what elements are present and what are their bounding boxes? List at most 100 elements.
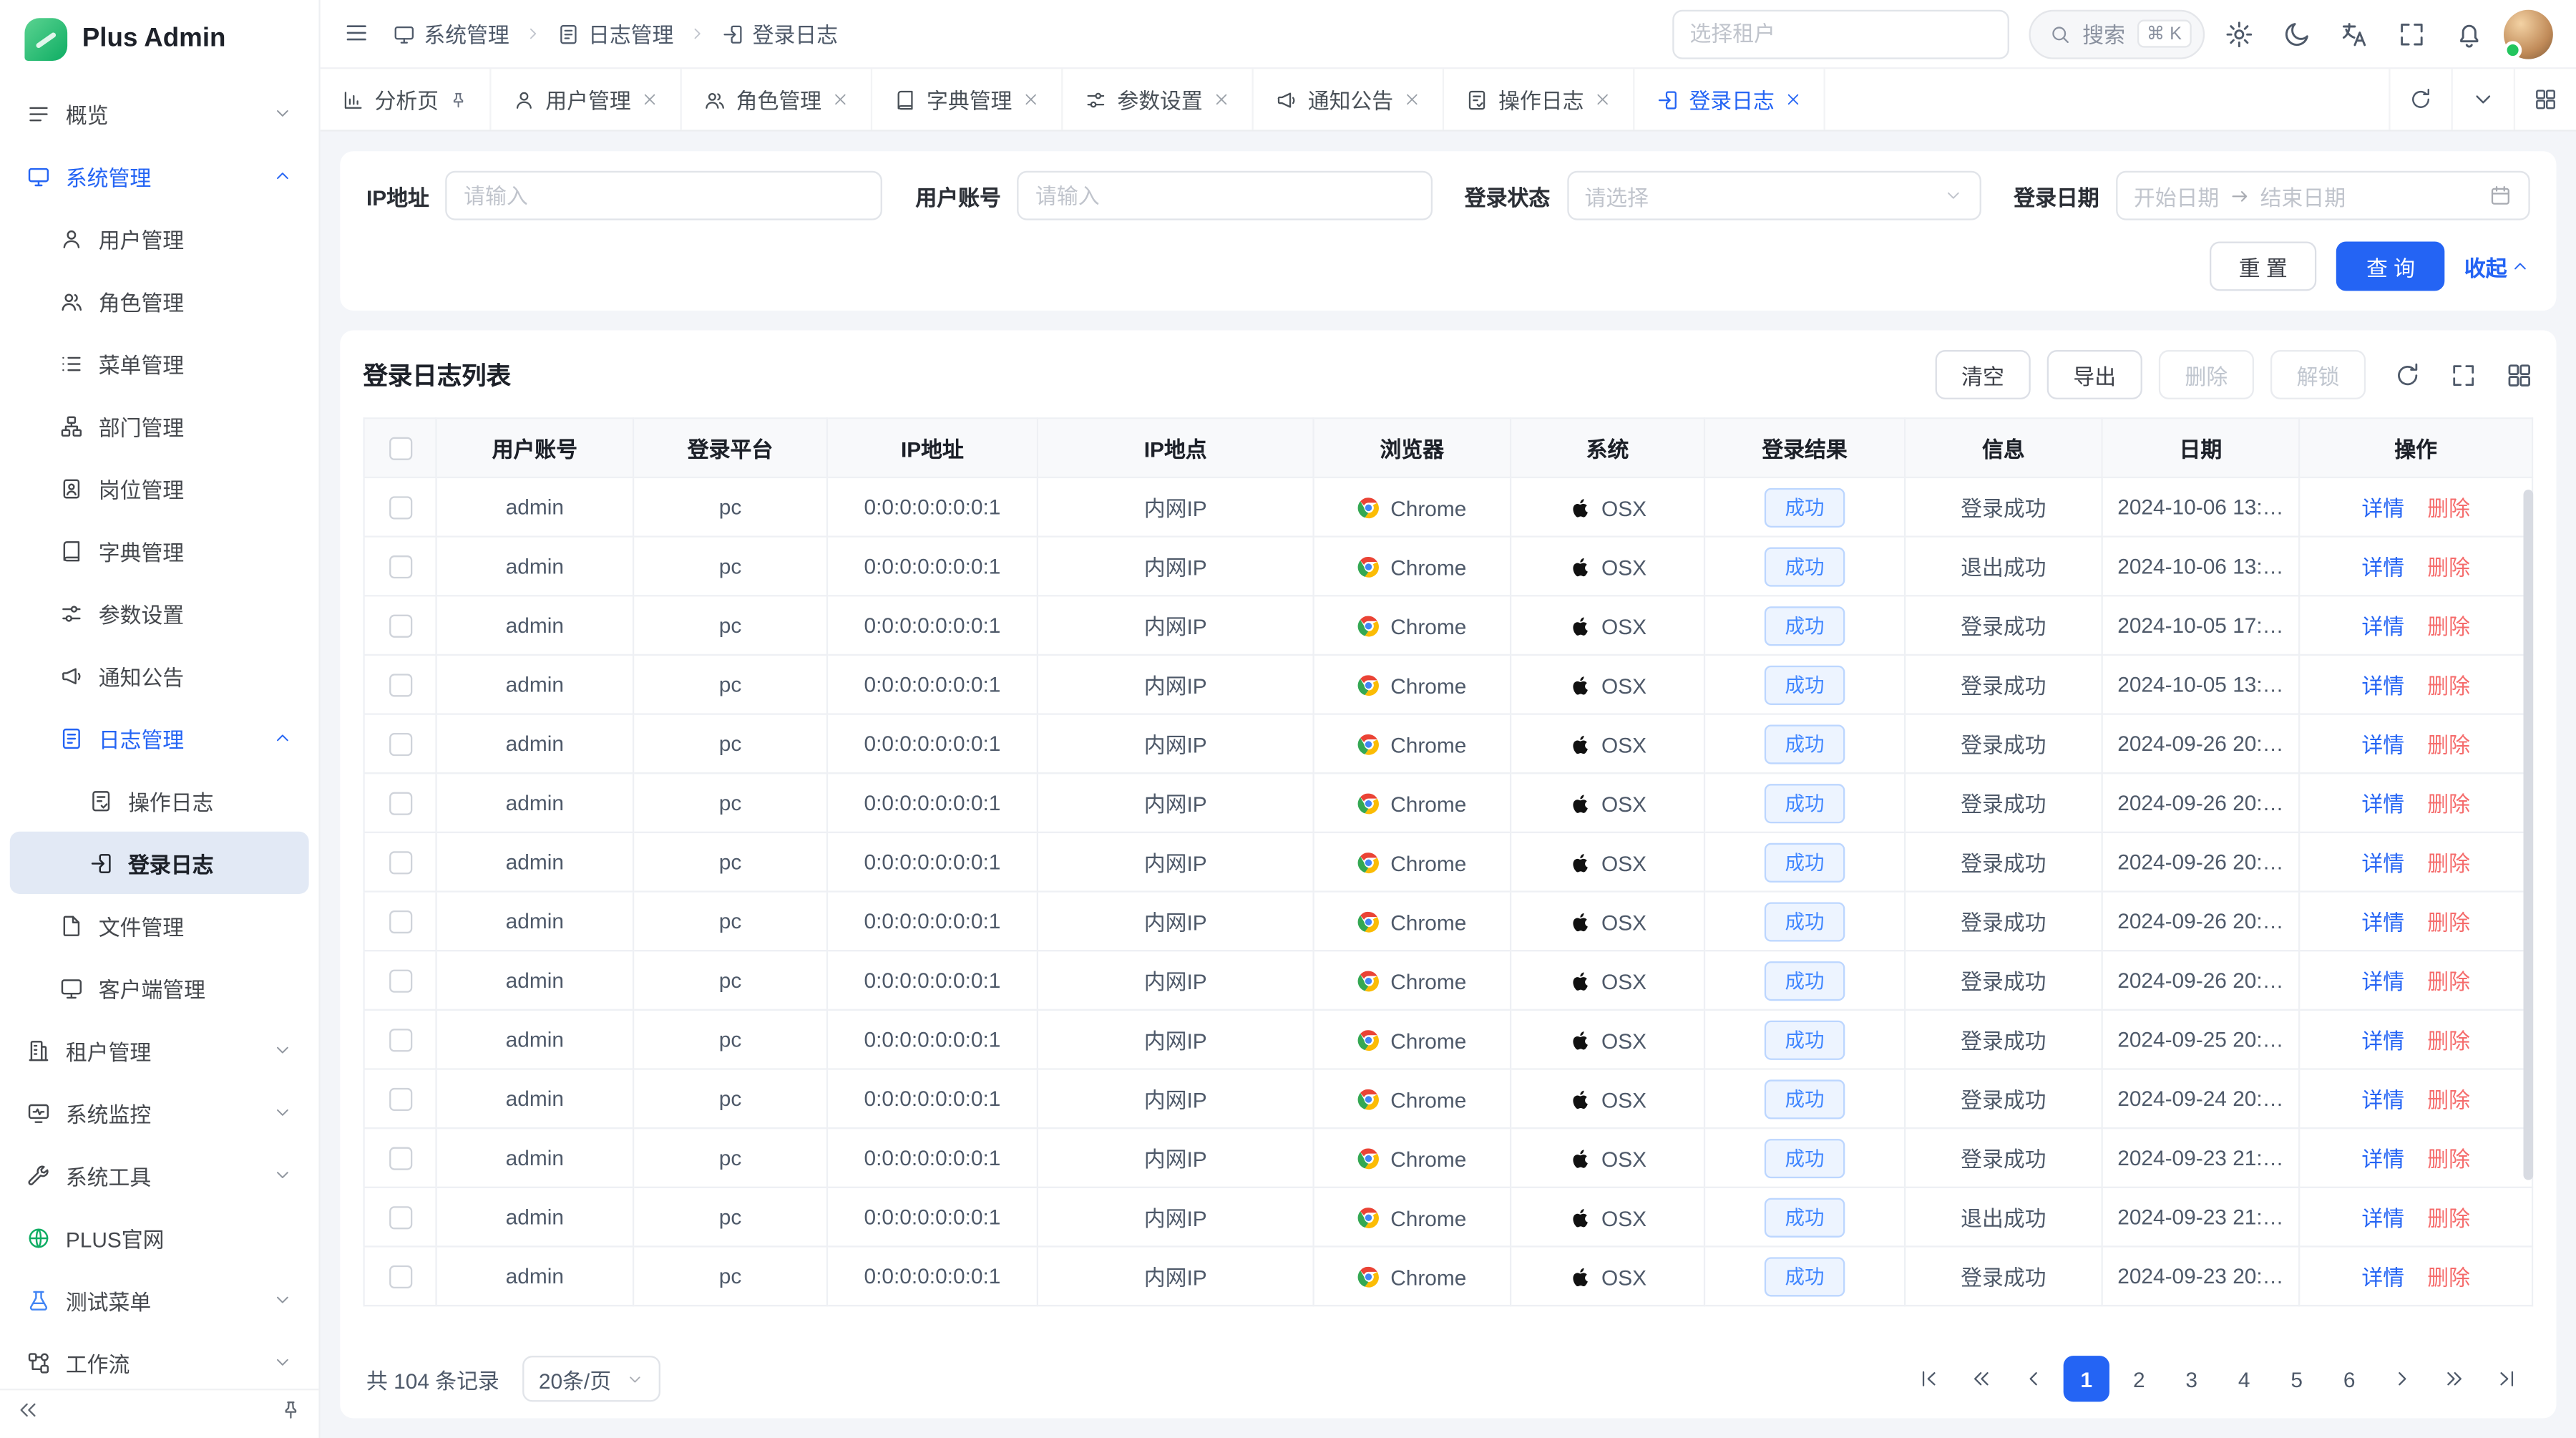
detail-link[interactable]: 详情 [2361, 1265, 2404, 1290]
detail-link[interactable]: 详情 [2361, 910, 2404, 935]
table-refresh-button[interactable] [2394, 361, 2421, 389]
text-input[interactable] [446, 171, 883, 220]
global-search[interactable]: 搜索 ⌘ K [2028, 9, 2205, 59]
sidebar-collapse-icon[interactable] [16, 1399, 39, 1430]
select-input[interactable]: 请选择 [1566, 171, 1981, 220]
delete-link[interactable]: 删除 [2427, 1088, 2470, 1112]
tab-close-icon[interactable] [1785, 90, 1802, 108]
tenant-select[interactable] [1672, 9, 2009, 59]
delete-link[interactable]: 删除 [2427, 851, 2470, 875]
table-fullscreen-button[interactable] [2449, 361, 2477, 389]
sidebar-item-岗位管理[interactable]: 岗位管理 [10, 457, 309, 519]
sidebar-item-工作流[interactable]: 工作流 [10, 1331, 309, 1389]
delete-link[interactable]: 删除 [2427, 970, 2470, 994]
sidebar-item-系统管理[interactable]: 系统管理 [10, 145, 309, 207]
detail-link[interactable]: 详情 [2361, 1147, 2404, 1172]
清空-button[interactable]: 清空 [1935, 350, 2030, 399]
row-checkbox[interactable] [389, 1089, 411, 1112]
tab-close-icon[interactable] [1403, 90, 1421, 108]
notifications-button[interactable] [2454, 19, 2484, 48]
tabs-refresh-button[interactable] [2389, 69, 2451, 130]
sidebar-item-角色管理[interactable]: 角色管理 [10, 270, 309, 332]
text-input[interactable] [1018, 171, 1432, 220]
tab-字典管理[interactable]: 字典管理 [872, 69, 1063, 130]
dark-mode-button[interactable] [2282, 19, 2311, 48]
sidebar-item-参数设置[interactable]: 参数设置 [10, 582, 309, 644]
sidebar-item-文件管理[interactable]: 文件管理 [10, 894, 309, 956]
row-checkbox[interactable] [389, 1147, 411, 1170]
row-checkbox[interactable] [389, 792, 411, 815]
reset-button[interactable]: 重 置 [2209, 241, 2317, 291]
daterange-input[interactable]: 开始日期结束日期 [2116, 171, 2530, 220]
detail-link[interactable]: 详情 [2361, 1206, 2404, 1230]
row-checkbox[interactable] [389, 556, 411, 579]
collapse-link[interactable]: 收起 [2464, 251, 2530, 282]
detail-link[interactable]: 详情 [2361, 733, 2404, 757]
pager-page-5[interactable]: 5 [2274, 1356, 2320, 1401]
sidebar-item-PLUS官网[interactable]: PLUS官网 [10, 1206, 309, 1268]
delete-link[interactable]: 删除 [2427, 555, 2470, 580]
pager-prev-jump[interactable] [1958, 1356, 2004, 1401]
row-checkbox[interactable] [389, 734, 411, 757]
select-all-checkbox[interactable] [389, 437, 411, 460]
delete-link[interactable]: 删除 [2427, 1206, 2470, 1230]
detail-link[interactable]: 详情 [2361, 970, 2404, 994]
delete-link[interactable]: 删除 [2427, 496, 2470, 520]
delete-link[interactable]: 删除 [2427, 1265, 2470, 1290]
tab-参数设置[interactable]: 参数设置 [1063, 69, 1254, 130]
sidebar-item-通知公告[interactable]: 通知公告 [10, 644, 309, 706]
tab-close-icon[interactable] [640, 90, 658, 108]
sidebar-item-客户端管理[interactable]: 客户端管理 [10, 956, 309, 1019]
sidebar-item-字典管理[interactable]: 字典管理 [10, 520, 309, 582]
pager-page-4[interactable]: 4 [2221, 1356, 2267, 1401]
sidebar-item-操作日志[interactable]: 操作日志 [10, 769, 309, 831]
pager-next-jump[interactable] [2431, 1356, 2477, 1401]
table-columns-button[interactable] [2505, 361, 2533, 389]
detail-link[interactable]: 详情 [2361, 555, 2404, 580]
detail-link[interactable]: 详情 [2361, 1088, 2404, 1112]
tab-分析页[interactable]: 分析页 [321, 69, 492, 130]
delete-link[interactable]: 删除 [2427, 733, 2470, 757]
sidebar-pin-icon[interactable] [279, 1399, 302, 1430]
pager-page-2[interactable]: 2 [2116, 1356, 2162, 1401]
detail-link[interactable]: 详情 [2361, 792, 2404, 817]
sidebar-item-系统监控[interactable]: 系统监控 [10, 1082, 309, 1144]
sidebar-item-用户管理[interactable]: 用户管理 [10, 207, 309, 269]
row-checkbox[interactable] [389, 911, 411, 934]
breadcrumb-item[interactable]: 登录日志 [721, 18, 838, 49]
tab-用户管理[interactable]: 用户管理 [492, 69, 682, 130]
delete-link[interactable]: 删除 [2427, 674, 2470, 698]
pager-page-3[interactable]: 3 [2169, 1356, 2215, 1401]
settings-button[interactable] [2225, 19, 2254, 48]
tab-操作日志[interactable]: 操作日志 [1444, 69, 1634, 130]
row-checkbox[interactable] [389, 497, 411, 520]
row-checkbox[interactable] [389, 852, 411, 875]
sidebar-item-概览[interactable]: 概览 [10, 82, 309, 145]
row-checkbox[interactable] [389, 674, 411, 697]
pager-page-6[interactable]: 6 [2326, 1356, 2372, 1401]
logo[interactable]: Plus Admin [0, 0, 318, 79]
pager-first[interactable] [1906, 1356, 1951, 1401]
detail-link[interactable]: 详情 [2361, 674, 2404, 698]
tab-close-icon[interactable] [831, 90, 849, 108]
breadcrumb-item[interactable]: 系统管理 [393, 18, 509, 49]
tab-角色管理[interactable]: 角色管理 [682, 69, 872, 130]
导出-button[interactable]: 导出 [2047, 350, 2142, 399]
detail-link[interactable]: 详情 [2361, 851, 2404, 875]
detail-link[interactable]: 详情 [2361, 1029, 2404, 1053]
page-size-select[interactable]: 20条/页 [522, 1356, 660, 1401]
tab-close-icon[interactable] [1022, 90, 1040, 108]
tabs-layout-button[interactable] [2514, 69, 2576, 130]
pager-next[interactable] [2379, 1356, 2424, 1401]
tenant-input[interactable] [1690, 21, 1991, 46]
sidebar-item-登录日志[interactable]: 登录日志 [10, 832, 309, 894]
sidebar-item-菜单管理[interactable]: 菜单管理 [10, 332, 309, 394]
delete-link[interactable]: 删除 [2427, 1029, 2470, 1053]
tabs-dropdown-button[interactable] [2451, 69, 2514, 130]
pager-page-1[interactable]: 1 [2064, 1356, 2109, 1401]
tab-close-icon[interactable] [1213, 90, 1231, 108]
pager-prev[interactable] [2011, 1356, 2057, 1401]
tab-通知公告[interactable]: 通知公告 [1254, 69, 1444, 130]
search-button[interactable]: 查 询 [2337, 241, 2445, 291]
sidebar-item-日志管理[interactable]: 日志管理 [10, 706, 309, 769]
